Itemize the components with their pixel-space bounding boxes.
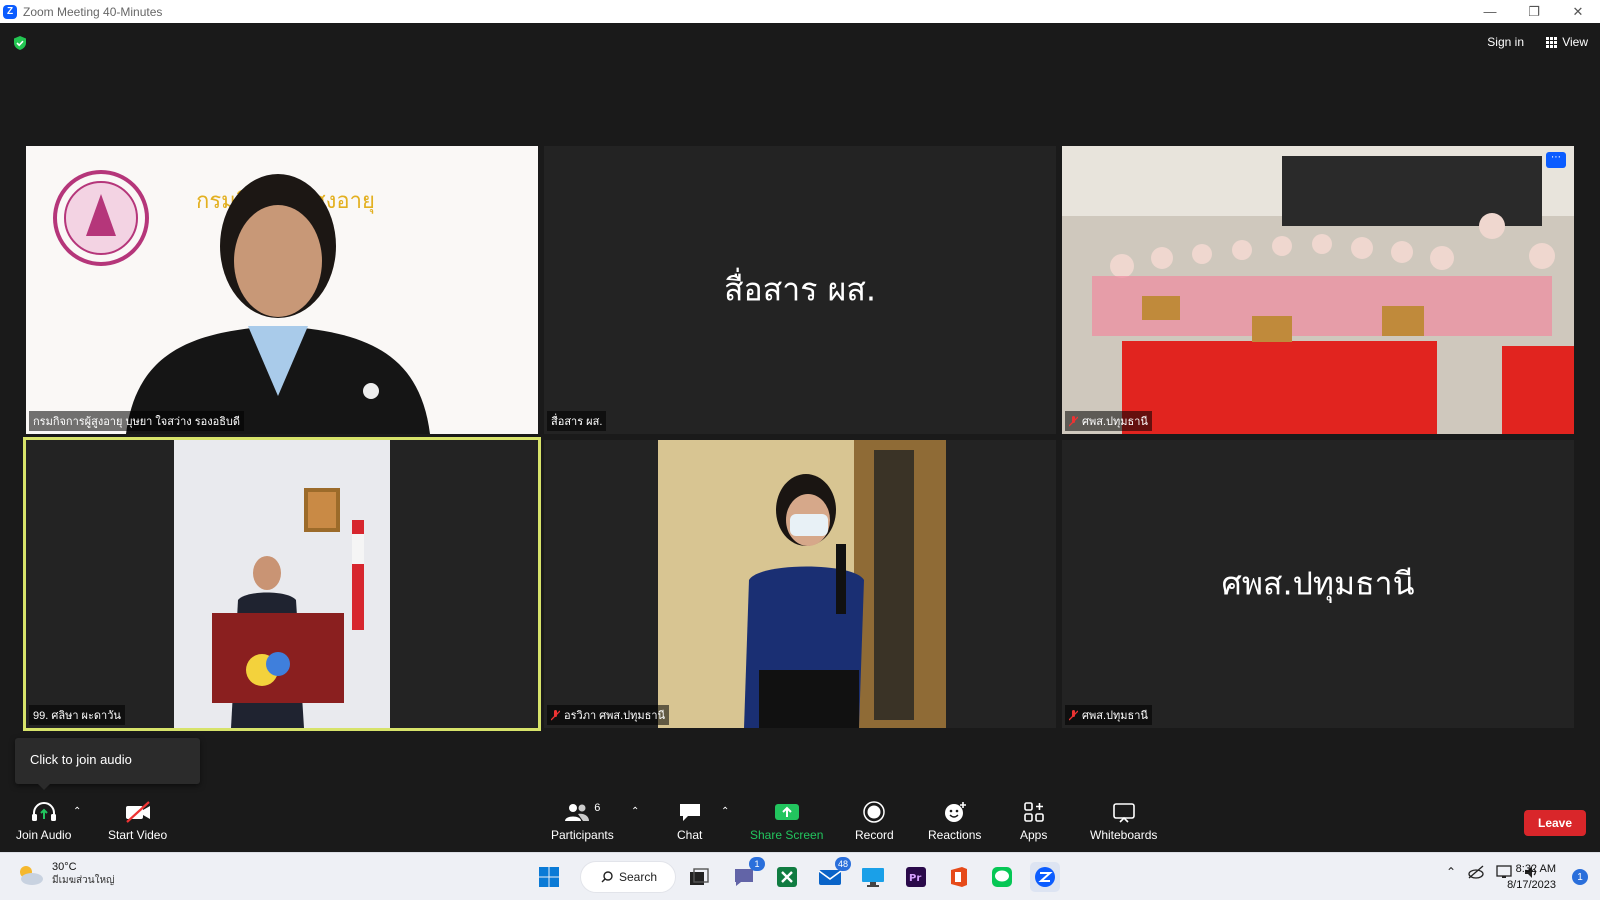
start-video-button[interactable]: Start Video [108, 798, 167, 842]
participants-button[interactable]: 6 Participants [551, 798, 614, 842]
minimize-button[interactable]: — [1468, 0, 1512, 23]
weather-condition: มีเมฆส่วนใหญ่ [52, 875, 115, 886]
close-button[interactable]: ✕ [1556, 0, 1600, 23]
participant-name-label: กรมกิจการผู้สูงอายุ บุษยา ใจสว่าง รองอธิ… [29, 411, 245, 431]
chat-options-caret-icon[interactable]: ⌃ [721, 806, 729, 817]
zoom-logo-icon: Z [3, 4, 17, 19]
meeting-toolbar: Join Audio ⌃ Start Video 6 Participants … [0, 794, 1600, 852]
zoom-app-icon [1035, 867, 1055, 887]
video-tile[interactable]: ⋯ ศพส.ปทุมธานี [1062, 146, 1574, 434]
participant-video [544, 440, 1056, 728]
task-view-button[interactable] [684, 862, 714, 892]
participant-video: กรมกิจการผู้สูงอายุ [26, 146, 538, 434]
video-tile[interactable]: อรวิภา ศพส.ปทุมธานี [544, 440, 1056, 728]
video-off-icon [125, 801, 150, 823]
join-audio-tooltip: Click to join audio [15, 738, 200, 790]
line-app-icon [992, 867, 1012, 887]
participants-icon [565, 804, 590, 821]
weather-widget[interactable]: 30°C มีเมฆส่วนใหญ่ [16, 861, 115, 888]
leave-button[interactable]: Leave [1524, 810, 1586, 836]
participant-video [26, 440, 538, 728]
whiteboards-button[interactable]: Whiteboards [1090, 798, 1157, 842]
windows-taskbar: 30°C มีเมฆส่วนใหญ่ Search 1 48 Pr ⌃ 8:32… [0, 852, 1600, 900]
reactions-button[interactable]: Reactions [928, 798, 981, 842]
participant-name-label: สื่อสาร ผส. [547, 411, 607, 431]
participant-name-label: 99. ศลิษา ผะดาวัน [29, 705, 125, 725]
teams-chat-button[interactable]: 1 [729, 857, 765, 892]
remote-desktop-button[interactable] [858, 862, 888, 892]
mic-muted-icon [1069, 709, 1078, 720]
apps-icon [1023, 802, 1044, 822]
headphones-icon [31, 802, 56, 821]
line-app-button[interactable] [987, 862, 1017, 892]
video-tile[interactable]: กรมกิจการผู้สูงอายุ กรมกิจการผู้สูงอายุ … [26, 146, 538, 434]
show-hidden-icons-chevron-icon[interactable]: ⌃ [1446, 865, 1456, 879]
restore-button[interactable]: ❐ [1512, 0, 1556, 23]
participant-name-label: ศพส.ปทุมธานี [1065, 411, 1152, 431]
reactions-icon [944, 802, 966, 822]
participant-name-label: ศพส.ปทุมธานี [1065, 705, 1152, 725]
taskbar-search[interactable]: Search [580, 861, 676, 893]
mic-muted-icon [1069, 415, 1078, 426]
grid-view-icon [1546, 36, 1558, 48]
record-icon [863, 801, 886, 823]
office-icon [951, 867, 967, 887]
teams-badge: 1 [749, 857, 765, 871]
excel-icon [777, 867, 797, 887]
notification-badge[interactable]: 1 [1572, 869, 1588, 885]
windows-start-icon [539, 867, 559, 887]
participant-display-name: ศพส.ปทุมธานี [1221, 564, 1415, 603]
view-button[interactable]: View [1546, 35, 1588, 49]
join-audio-button[interactable]: Join Audio [16, 798, 71, 842]
mic-muted-icon [551, 709, 560, 720]
audio-options-caret-icon[interactable]: ⌃ [73, 806, 81, 817]
window-title: Zoom Meeting 40-Minutes [23, 4, 163, 19]
video-tile-active-speaker[interactable]: 99. ศลิษา ผะดาวัน [23, 437, 541, 731]
video-tile[interactable]: ศพส.ปทุมธานี ศพส.ปทุมธานี [1062, 440, 1574, 728]
excel-button[interactable] [772, 862, 802, 892]
chat-button[interactable]: Chat [677, 798, 702, 842]
office-button[interactable] [944, 862, 974, 892]
share-screen-button[interactable]: Share Screen [750, 798, 823, 842]
participant-video [1062, 146, 1574, 434]
weather-temperature: 30°C [52, 861, 77, 873]
sign-in-button[interactable]: Sign in [1487, 35, 1524, 49]
more-options-icon[interactable]: ⋯ [1546, 152, 1566, 168]
video-tile[interactable]: สื่อสาร ผส. สื่อสาร ผส. [544, 146, 1056, 434]
participant-display-name: สื่อสาร ผส. [723, 270, 877, 309]
clock-time: 8:32 AM [1515, 863, 1556, 875]
zoom-taskbar-button[interactable] [1030, 862, 1060, 892]
premiere-icon: Pr [906, 867, 926, 887]
svg-text:Pr: Pr [909, 873, 921, 884]
participant-name-label: อรวิภา ศพส.ปทุมธานี [547, 705, 670, 725]
participants-count: 6 [594, 802, 601, 814]
premiere-button[interactable]: Pr [901, 862, 931, 892]
record-button[interactable]: Record [855, 798, 894, 842]
security-shield-icon[interactable] [12, 35, 28, 51]
clock-date: 8/17/2023 [1507, 879, 1556, 891]
onedrive-icon[interactable] [1468, 865, 1484, 879]
share-screen-icon [774, 804, 799, 820]
mail-badge: 48 [834, 857, 851, 871]
chat-icon [679, 804, 700, 821]
mail-button[interactable]: 48 [815, 857, 851, 892]
cloudy-weather-icon [20, 865, 43, 885]
monitor-icon [862, 868, 884, 887]
taskbar-clock[interactable]: 8:32 AM 8/17/2023 [1507, 861, 1556, 893]
whiteboard-icon [1112, 803, 1135, 823]
meeting-header: Sign in View [0, 23, 1600, 140]
task-view-icon [690, 868, 709, 885]
start-button[interactable] [534, 862, 564, 892]
view-label: View [1562, 35, 1588, 49]
search-icon [601, 871, 613, 883]
participants-options-caret-icon[interactable]: ⌃ [631, 806, 639, 817]
apps-button[interactable]: Apps [1020, 798, 1047, 842]
title-bar: Z Zoom Meeting 40-Minutes — ❐ ✕ [0, 0, 1600, 23]
